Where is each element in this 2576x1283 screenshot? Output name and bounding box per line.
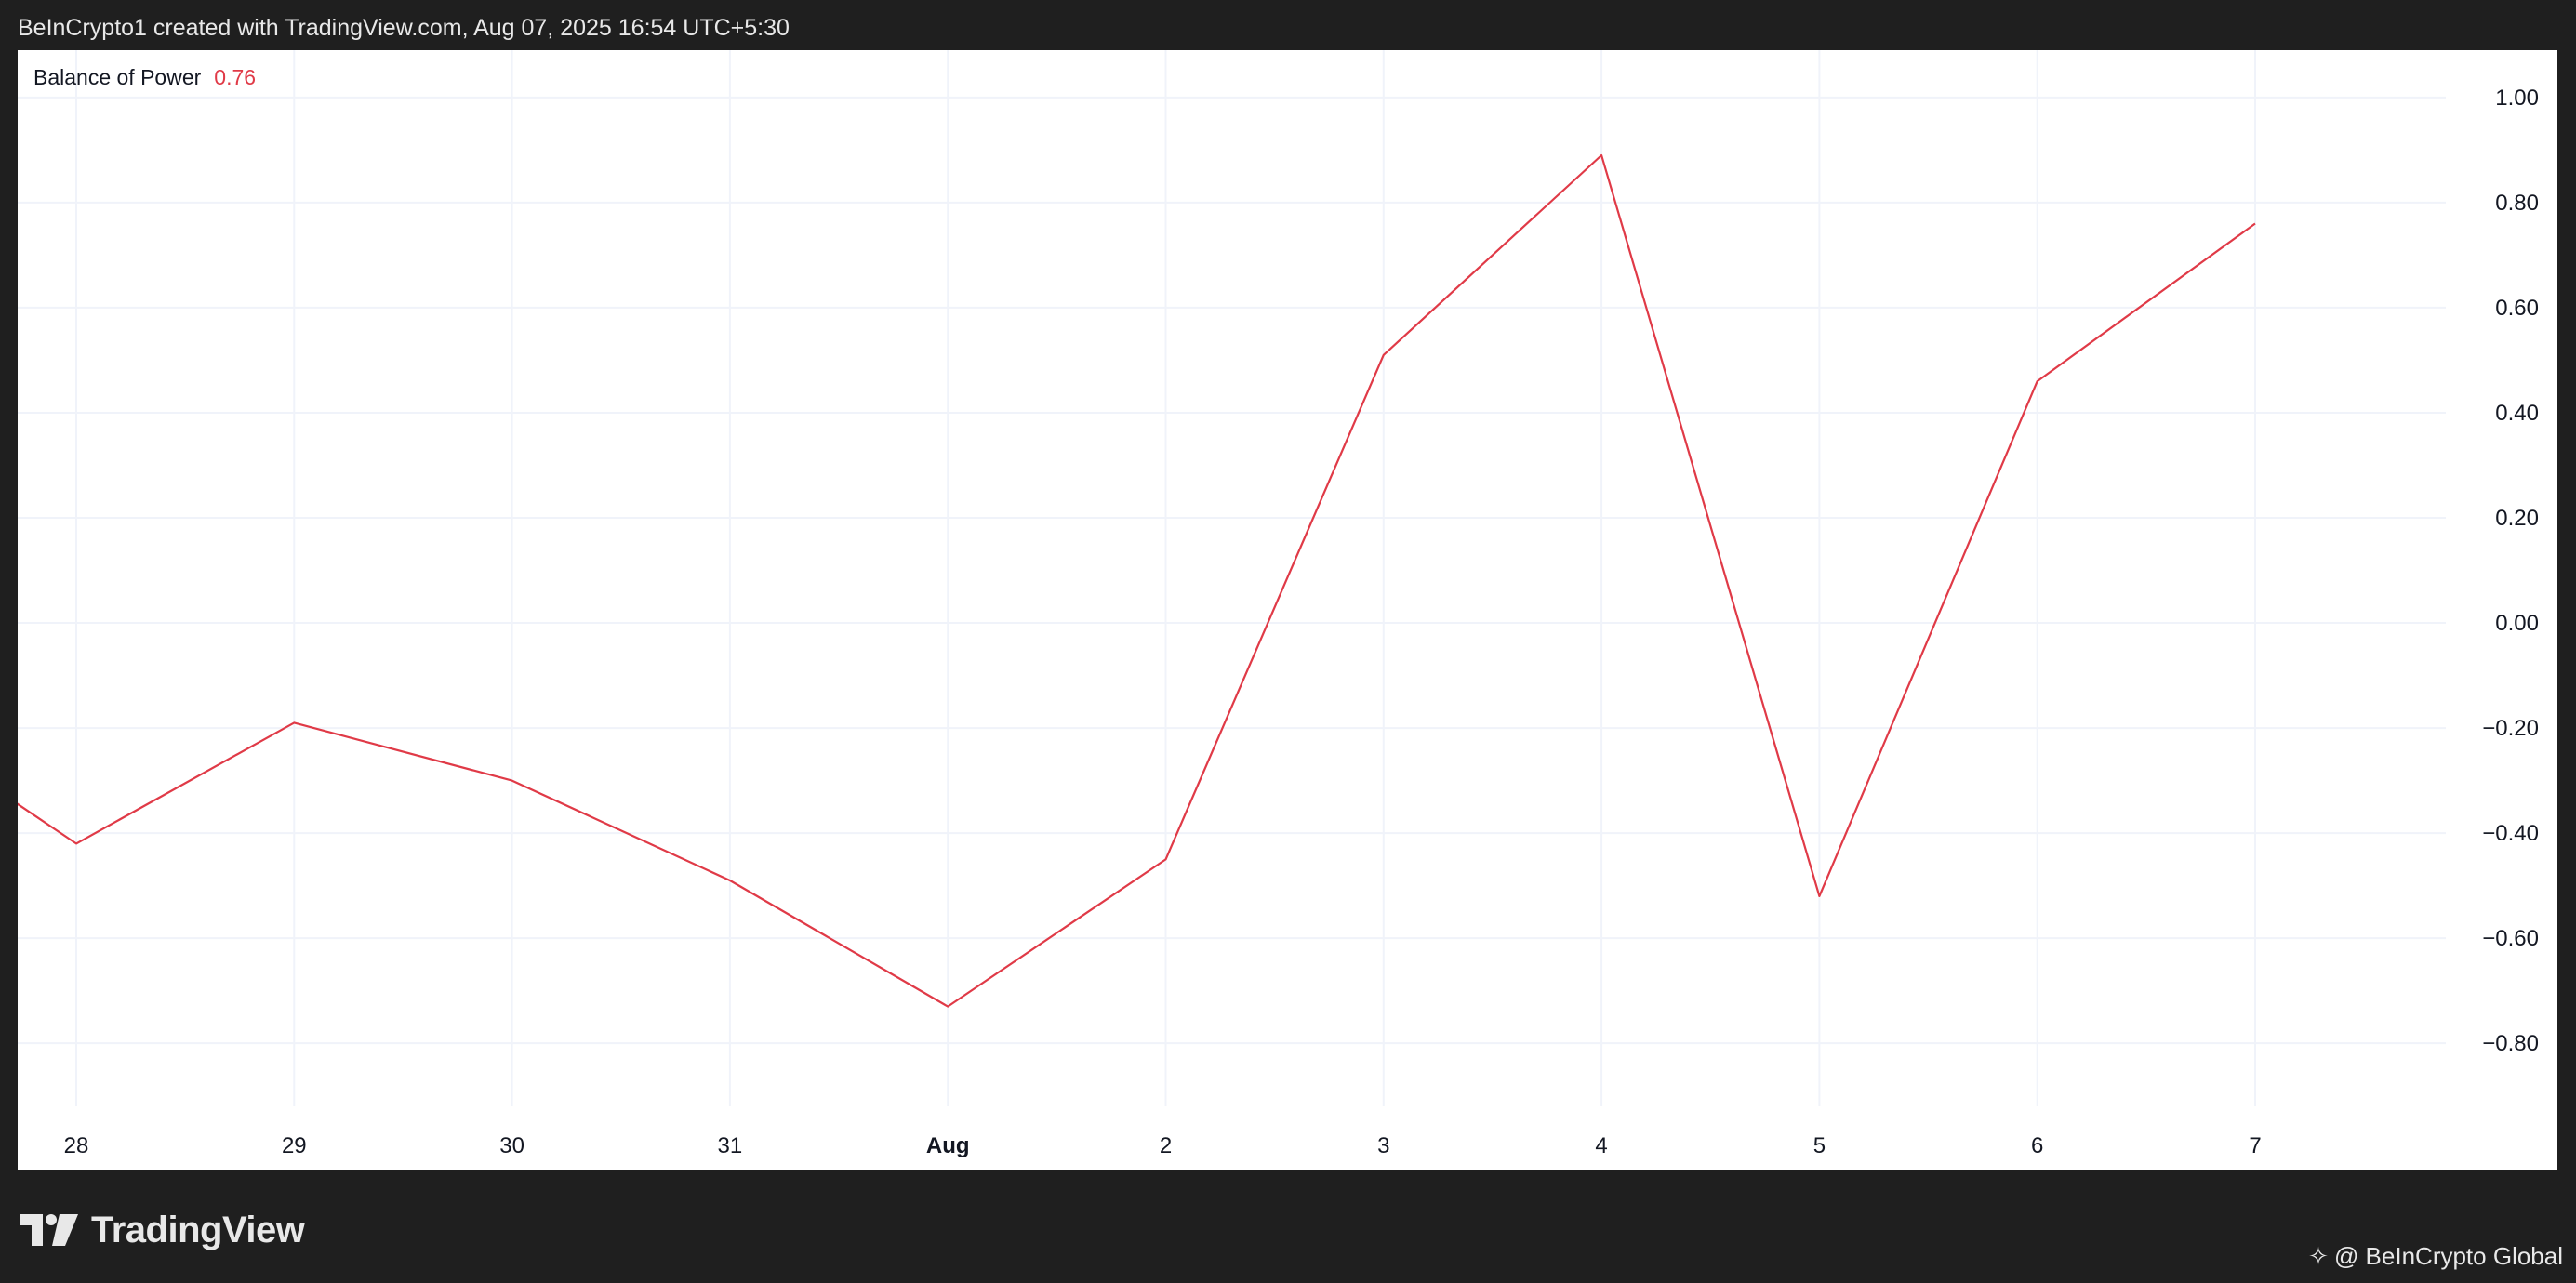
data-point[interactable] xyxy=(1599,152,1604,158)
indicator-name: Balance of Power xyxy=(33,65,202,89)
y-tick-label: 0.00 xyxy=(2495,611,2539,636)
x-tick-label: 4 xyxy=(1595,1133,1607,1158)
x-tick-label: 2 xyxy=(1160,1133,1172,1158)
y-tick-label: 1.00 xyxy=(2495,86,2539,111)
tradingview-logo-icon xyxy=(20,1214,78,1246)
grid-lines xyxy=(18,50,2446,1106)
x-tick-label: 28 xyxy=(64,1133,89,1158)
y-tick-label: 0.60 xyxy=(2495,296,2539,321)
indicator-value: 0.76 xyxy=(214,65,257,89)
data-point[interactable] xyxy=(727,878,733,883)
y-tick-label: −0.80 xyxy=(2482,1031,2539,1056)
bop-chart[interactable]: 1.00 0.80 0.60 0.40 0.20 0.00 −0.20 −0.40 −0.60 −… xyxy=(18,50,2557,1170)
data-point[interactable] xyxy=(2252,221,2258,227)
data-point[interactable] xyxy=(510,778,515,784)
tradingview-logo[interactable]: TradingView xyxy=(20,1207,305,1253)
y-tick-label: 0.40 xyxy=(2495,401,2539,426)
series-line-balance-of-power[interactable] xyxy=(18,153,2256,1008)
y-tick-label: −0.60 xyxy=(2482,926,2539,951)
x-tick-label: 6 xyxy=(2031,1133,2043,1158)
beincrypto-logo-icon: ✧ xyxy=(2308,1242,2329,1270)
x-tick-label: 31 xyxy=(718,1133,743,1158)
attribution-bar: BeInCrypto1 created with TradingView.com… xyxy=(0,0,2576,50)
series-layer xyxy=(18,152,2258,1010)
data-point[interactable] xyxy=(1381,352,1387,358)
data-point[interactable] xyxy=(2035,378,2040,384)
attribution-text: BeInCrypto1 created with TradingView.com… xyxy=(18,15,790,41)
x-tick-label: Aug xyxy=(926,1133,970,1158)
x-tick-label: 30 xyxy=(499,1133,524,1158)
indicator-legend[interactable]: Balance of Power 0.76 xyxy=(33,65,256,90)
credit: ✧ @ BeInCrypto Global xyxy=(2308,1242,2563,1271)
y-tick-label: 0.80 xyxy=(2495,191,2539,216)
y-tick-label: −0.20 xyxy=(2482,716,2539,741)
y-tick-label: 0.20 xyxy=(2495,506,2539,531)
x-tick-label: 7 xyxy=(2249,1133,2261,1158)
data-point[interactable] xyxy=(1816,893,1822,899)
x-axis[interactable]: 28 29 30 31 Aug 2 3 4 5 6 7 xyxy=(64,1133,2262,1158)
x-tick-label: 3 xyxy=(1377,1133,1389,1158)
x-tick-label: 5 xyxy=(1813,1133,1826,1158)
y-tick-label: −0.40 xyxy=(2482,821,2539,846)
credit-text: @ BeInCrypto Global xyxy=(2333,1242,2563,1270)
chart-panel[interactable]: 1.00 0.80 0.60 0.40 0.20 0.00 −0.20 −0.40 −0.60 −… xyxy=(18,50,2557,1170)
data-point[interactable] xyxy=(291,720,297,725)
data-point[interactable] xyxy=(73,840,79,846)
y-axis[interactable]: 1.00 0.80 0.60 0.40 0.20 0.00 −0.20 −0.40 −0.60 −… xyxy=(2482,86,2539,1056)
data-point[interactable] xyxy=(945,1004,950,1010)
brand-name: TradingView xyxy=(91,1209,305,1250)
data-point[interactable] xyxy=(1163,856,1169,862)
x-tick-label: 29 xyxy=(282,1133,307,1158)
